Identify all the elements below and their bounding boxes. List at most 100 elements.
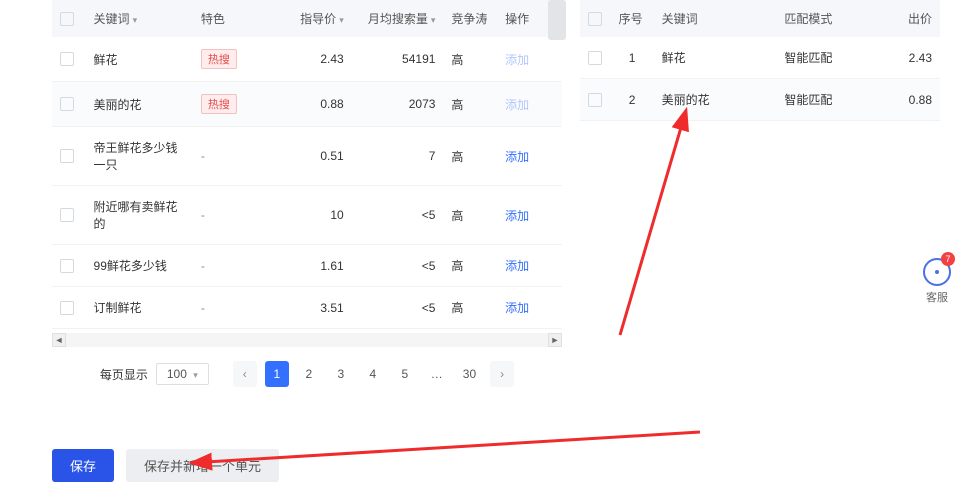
notification-badge: 7 — [941, 252, 955, 266]
row-checkbox[interactable] — [60, 97, 74, 111]
cell-feature: - — [193, 127, 267, 186]
chevron-down-icon: ▾ — [133, 15, 138, 25]
add-link: 添加 — [505, 98, 529, 112]
page-next[interactable]: › — [490, 361, 514, 387]
col-match: 匹配模式 — [784, 12, 832, 26]
add-link[interactable]: 添加 — [505, 209, 529, 223]
cell-feature: 热搜 — [193, 82, 267, 127]
scroll-right-button[interactable]: ► — [548, 333, 562, 347]
row-checkbox[interactable] — [60, 301, 74, 315]
customer-service-label: 客服 — [919, 289, 955, 305]
col-action: 操作 — [505, 12, 529, 26]
table-row: 帝王鲜花多少钱一只-0.517高添加 — [52, 127, 562, 186]
horizontal-scrollbar[interactable]: ◄ ► — [52, 333, 562, 347]
add-link[interactable]: 添加 — [505, 150, 529, 164]
cell-keyword: 附近哪有卖鲜花的 — [86, 186, 193, 245]
add-link[interactable]: 添加 — [505, 259, 529, 273]
cell-price: 1.61 — [267, 245, 352, 287]
table-row: 附近哪有卖鲜花的-10<5高添加 — [52, 186, 562, 245]
add-link[interactable]: 添加 — [505, 301, 529, 315]
selected-table-panel: 序号 关键词 匹配模式 出价 1鲜花智能匹配2.432美丽的花智能匹配0.88 — [580, 0, 940, 121]
add-link: 添加 — [505, 53, 529, 67]
cell-feature: - — [193, 287, 267, 329]
cell-price: 3.51 — [267, 287, 352, 329]
page-ellipsis: … — [425, 361, 449, 387]
page-5[interactable]: 5 — [393, 361, 417, 387]
cell-volume: <5 — [352, 287, 444, 329]
page-4[interactable]: 4 — [361, 361, 385, 387]
col-volume[interactable]: 月均搜索量 — [368, 12, 428, 26]
cell-competition: 高 — [443, 37, 497, 82]
suggestion-table: 关键词▾ 特色 指导价▾ 月均搜索量▾ 竞争涛 操作 鲜花热搜2.4354191… — [52, 0, 562, 329]
selected-all-checkbox[interactable] — [588, 12, 602, 26]
page-1[interactable]: 1 — [265, 361, 289, 387]
suggestion-table-panel: 关键词▾ 特色 指导价▾ 月均搜索量▾ 竞争涛 操作 鲜花热搜2.4354191… — [52, 0, 562, 387]
page-prev[interactable]: ‹ — [233, 361, 257, 387]
cell-competition: 高 — [443, 245, 497, 287]
save-button[interactable]: 保存 — [52, 449, 114, 482]
cell-match: 智能匹配 — [776, 37, 874, 79]
table-row: 鲜花热搜2.4354191高添加 — [52, 37, 562, 82]
cell-volume: 7 — [352, 127, 444, 186]
cell-keyword: 鲜花 — [654, 37, 777, 79]
cell-price: 10 — [267, 186, 352, 245]
row-checkbox[interactable] — [60, 149, 74, 163]
cell-keyword: 99鲜花多少钱 — [86, 245, 193, 287]
cell-keyword: 美丽的花 — [654, 79, 777, 121]
pagination-bar: 每页显示 100 ▾ ‹ 1 2 3 4 5 … 30 › — [52, 347, 562, 387]
row-checkbox[interactable] — [60, 52, 74, 66]
row-checkbox[interactable] — [588, 51, 602, 65]
chevron-down-icon: ▾ — [193, 370, 198, 380]
customer-service-widget[interactable]: 7 客服 — [919, 258, 955, 305]
chevron-down-icon: ▾ — [339, 15, 344, 25]
row-checkbox[interactable] — [588, 93, 602, 107]
cell-seq: 2 — [611, 79, 654, 121]
page-3[interactable]: 3 — [329, 361, 353, 387]
cell-price: 0.51 — [267, 127, 352, 186]
chevron-down-icon: ▾ — [431, 15, 436, 25]
cell-seq: 1 — [611, 37, 654, 79]
cell-bid: 0.88 — [875, 79, 940, 121]
col-price[interactable]: 指导价 — [300, 12, 336, 26]
col-feature[interactable]: 特色 — [201, 12, 225, 26]
cell-competition: 高 — [443, 127, 497, 186]
vertical-scrollbar[interactable] — [548, 0, 566, 40]
perpage-label: 每页显示 — [100, 366, 148, 383]
row-checkbox[interactable] — [60, 259, 74, 273]
select-all-checkbox[interactable] — [60, 12, 74, 26]
save-and-new-button[interactable]: 保存并新增一个单元 — [126, 449, 279, 482]
cell-competition: 高 — [443, 287, 497, 329]
table-row: 订制鲜花-3.51<5高添加 — [52, 287, 562, 329]
row-checkbox[interactable] — [60, 208, 74, 222]
cell-price: 0.88 — [267, 82, 352, 127]
cell-keyword: 订制鲜花 — [86, 287, 193, 329]
cell-price: 2.43 — [267, 37, 352, 82]
cell-volume: 2073 — [352, 82, 444, 127]
page-last[interactable]: 30 — [457, 361, 482, 387]
cell-competition: 高 — [443, 186, 497, 245]
col-keyword-r: 关键词 — [662, 12, 698, 26]
cell-keyword: 帝王鲜花多少钱一只 — [86, 127, 193, 186]
col-competition[interactable]: 竞争涛 — [451, 12, 487, 26]
cell-feature: - — [193, 245, 267, 287]
cell-competition: 高 — [443, 82, 497, 127]
col-seq: 序号 — [619, 12, 643, 26]
hot-badge: 热搜 — [201, 94, 237, 114]
cell-volume: <5 — [352, 186, 444, 245]
perpage-select[interactable]: 100 ▾ — [156, 363, 209, 385]
cell-volume: <5 — [352, 245, 444, 287]
suggestion-table-wrap: 关键词▾ 特色 指导价▾ 月均搜索量▾ 竞争涛 操作 鲜花热搜2.4354191… — [52, 0, 562, 329]
hot-badge: 热搜 — [201, 49, 237, 69]
cell-bid: 2.43 — [875, 37, 940, 79]
cell-match: 智能匹配 — [776, 79, 874, 121]
table-row: 99鲜花多少钱-1.61<5高添加 — [52, 245, 562, 287]
table-row: 2美丽的花智能匹配0.88 — [580, 79, 940, 121]
cell-keyword: 鲜花 — [86, 37, 193, 82]
col-keyword[interactable]: 关键词 — [94, 12, 130, 26]
table-row: 1鲜花智能匹配2.43 — [580, 37, 940, 79]
cell-keyword: 美丽的花 — [86, 82, 193, 127]
selected-table: 序号 关键词 匹配模式 出价 1鲜花智能匹配2.432美丽的花智能匹配0.88 — [580, 0, 940, 121]
col-bid: 出价 — [908, 12, 932, 26]
page-2[interactable]: 2 — [297, 361, 321, 387]
scroll-left-button[interactable]: ◄ — [52, 333, 66, 347]
